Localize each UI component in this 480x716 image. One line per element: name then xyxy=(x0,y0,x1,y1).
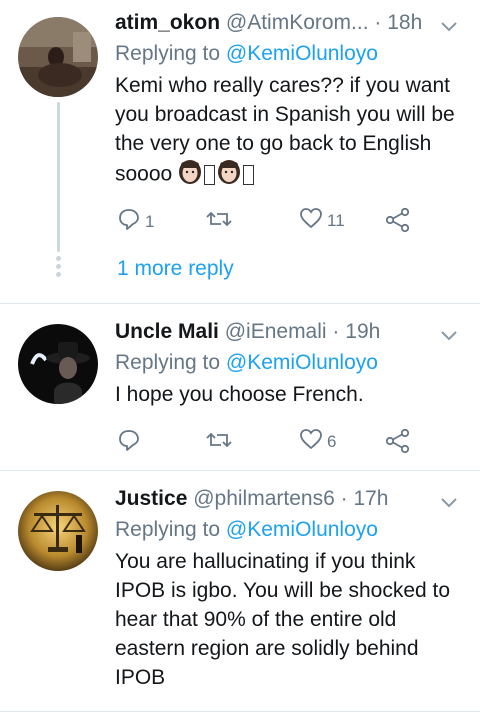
replying-prefix: Replying to xyxy=(115,351,226,374)
avatar[interactable] xyxy=(18,17,98,97)
avatar[interactable] xyxy=(18,491,98,571)
retweet-icon xyxy=(205,428,233,457)
chevron-down-icon[interactable] xyxy=(440,323,458,349)
display-name[interactable]: atim_okon xyxy=(115,11,220,34)
timestamp[interactable]: 17h xyxy=(353,487,388,510)
tweet-actions: 1 11 xyxy=(117,207,440,237)
tweet-header: Uncle Mali @iEnemali · 19h xyxy=(115,319,466,345)
woman-emoji xyxy=(217,158,241,192)
like-count: 11 xyxy=(327,210,345,230)
tweet-text: Kemi who really cares?? if you want you … xyxy=(115,71,466,192)
tweet-atim-okon[interactable]: atim_okon @AtimKorom... · 18h Replying t… xyxy=(0,0,480,304)
unsupported-glyph xyxy=(243,165,255,185)
like-button[interactable]: 6 xyxy=(299,428,336,455)
tweet-text: You are hallucinating if you think IPOB … xyxy=(115,550,451,689)
separator: · xyxy=(332,320,340,343)
user-handle[interactable]: @AtimKorom... xyxy=(226,11,369,34)
reply-count: 1 xyxy=(145,211,155,231)
display-name[interactable]: Uncle Mali xyxy=(115,320,219,343)
replying-prefix: Replying to xyxy=(115,42,226,65)
user-handle[interactable]: @iEnemali xyxy=(225,320,327,343)
retweet-button[interactable] xyxy=(205,428,237,457)
reply-icon xyxy=(117,207,141,236)
like-count: 6 xyxy=(327,431,337,451)
display-name[interactable]: Justice xyxy=(115,487,187,510)
tweet-uncle-mali[interactable]: Uncle Mali @iEnemali · 19h Replying to @… xyxy=(0,304,480,471)
tweet-text-main: Kemi who really cares?? if you want you … xyxy=(115,74,455,186)
avatar[interactable] xyxy=(18,324,98,404)
reply-button[interactable] xyxy=(117,428,145,457)
share-icon xyxy=(385,428,411,459)
separator: · xyxy=(340,487,348,510)
user-handle[interactable]: @philmartens6 xyxy=(193,487,335,510)
separator: · xyxy=(374,11,382,34)
retweet-button[interactable] xyxy=(205,207,237,236)
mention-link[interactable]: @KemiOlunloyo xyxy=(226,42,378,65)
like-icon xyxy=(299,207,323,234)
more-reply-link[interactable]: 1 more reply xyxy=(117,257,234,281)
unsupported-glyph xyxy=(204,165,216,185)
timestamp[interactable]: 19h xyxy=(345,320,380,343)
thread-dots xyxy=(56,256,61,280)
tweet-header: atim_okon @AtimKorom... · 18h xyxy=(115,10,466,36)
tweet-justice[interactable]: Justice @philmartens6 · 17h Replying to … xyxy=(0,471,480,712)
replying-to: Replying to @KemiOlunloyo xyxy=(115,41,466,67)
share-button[interactable] xyxy=(385,428,411,459)
mention-link[interactable]: @KemiOlunloyo xyxy=(226,351,378,374)
share-button[interactable] xyxy=(385,207,411,238)
replying-to: Replying to @KemiOlunloyo xyxy=(115,350,466,376)
timestamp[interactable]: 18h xyxy=(387,11,422,34)
replying-prefix: Replying to xyxy=(115,518,226,541)
retweet-icon xyxy=(205,207,233,236)
tweet-header: Justice @philmartens6 · 17h xyxy=(115,486,466,512)
woman-emoji xyxy=(178,158,202,192)
reply-button[interactable]: 1 xyxy=(117,207,154,236)
like-icon xyxy=(299,428,323,455)
replying-to: Replying to @KemiOlunloyo xyxy=(115,517,466,543)
thread-line xyxy=(57,102,60,252)
chevron-down-icon[interactable] xyxy=(440,14,458,40)
tweet-text: I hope you choose French. xyxy=(115,383,364,406)
share-icon xyxy=(385,207,411,238)
chevron-down-icon[interactable] xyxy=(440,490,458,516)
reply-icon xyxy=(117,428,141,457)
like-button[interactable]: 11 xyxy=(299,207,345,234)
mention-link[interactable]: @KemiOlunloyo xyxy=(226,518,378,541)
tweet-actions: 6 xyxy=(117,428,440,458)
